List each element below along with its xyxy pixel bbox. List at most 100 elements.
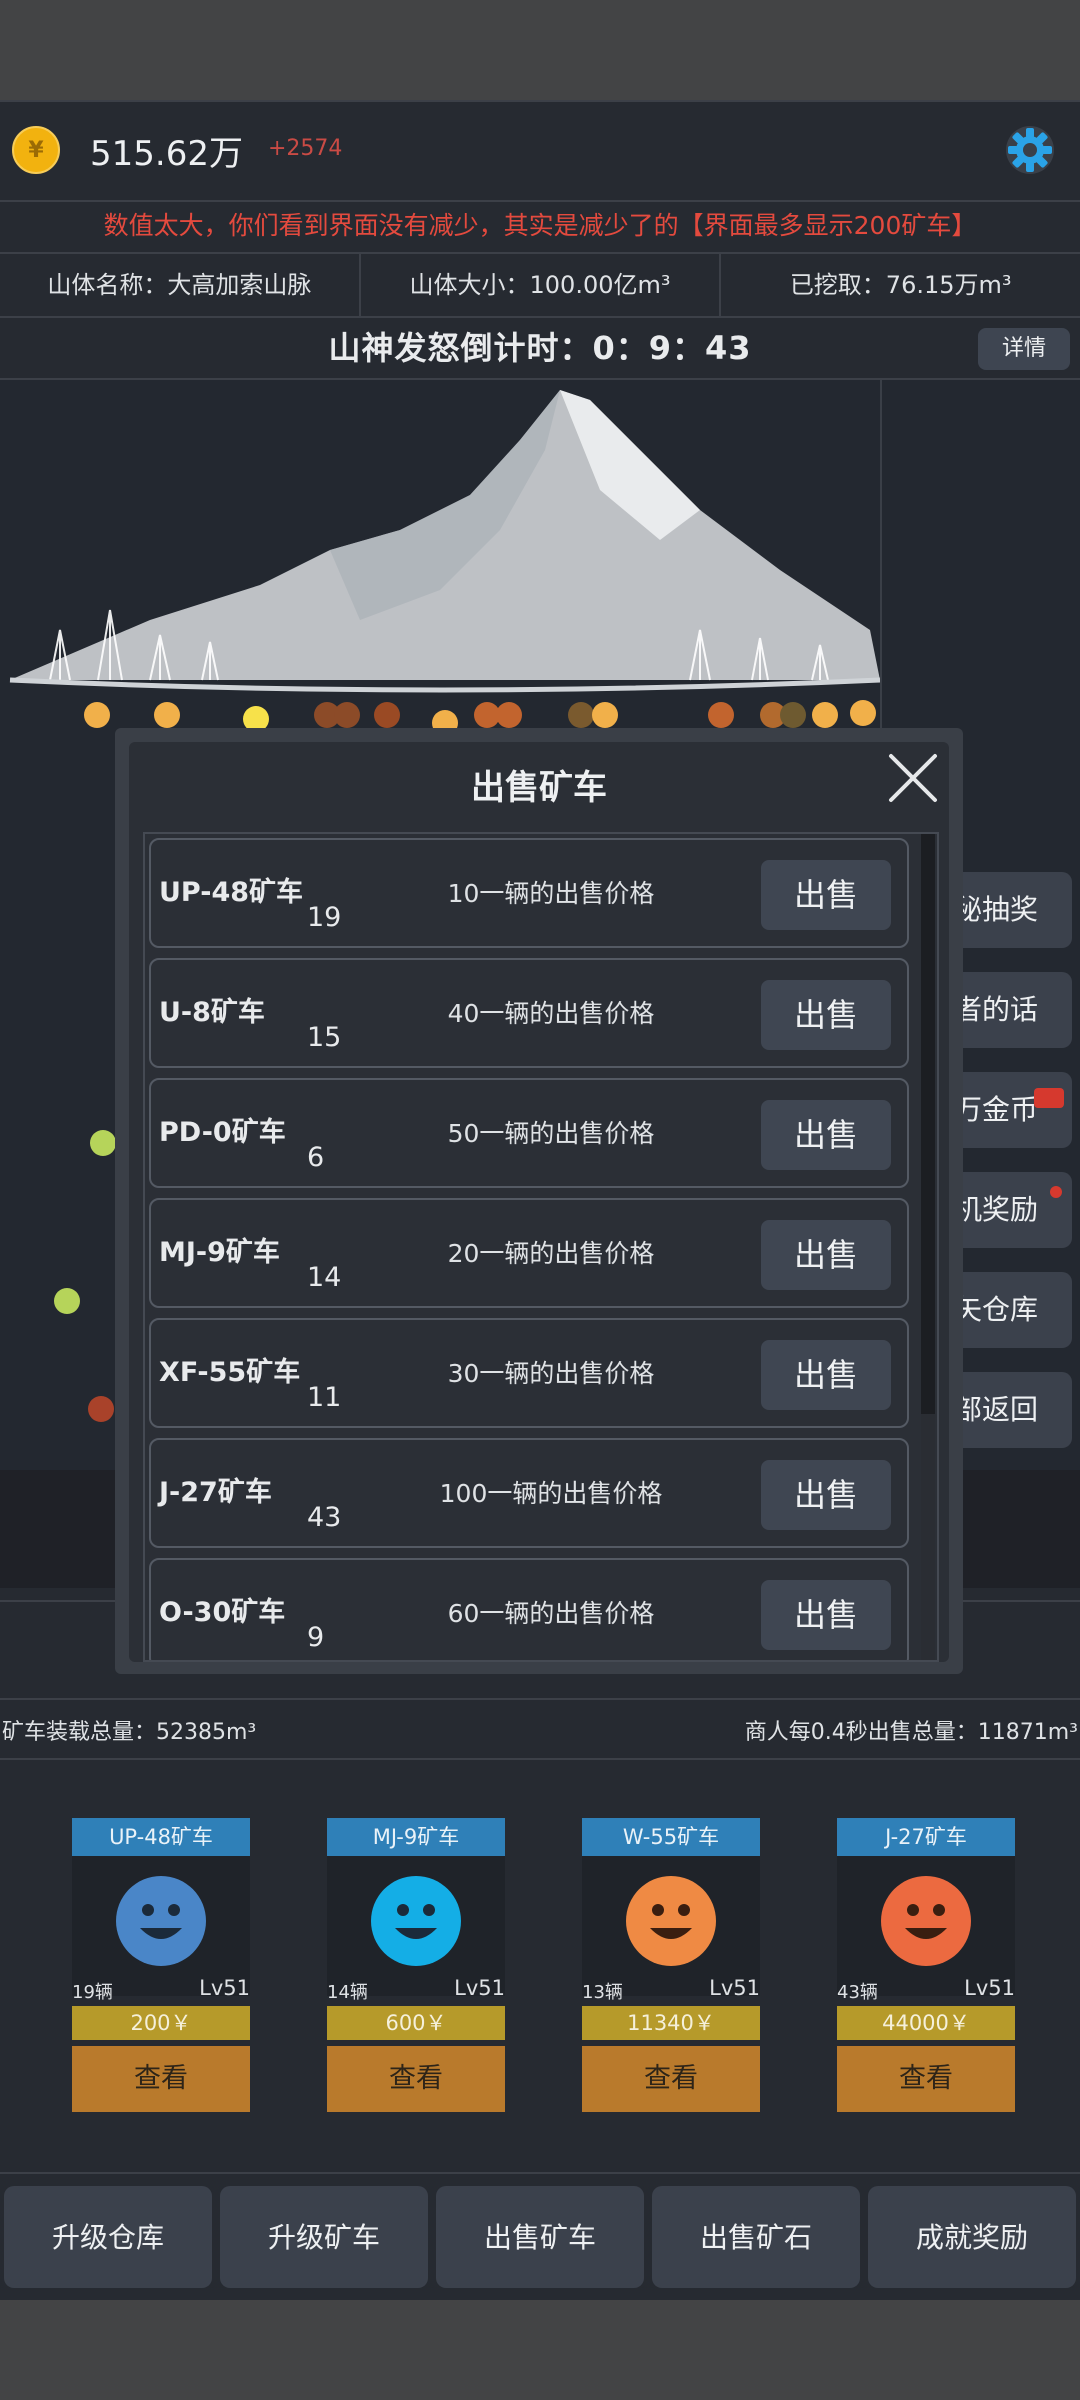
- row-cart-name: J-27矿车: [159, 1477, 272, 1508]
- cart-count: 13辆: [582, 1982, 623, 2003]
- notification-dot: [1050, 1186, 1062, 1198]
- cart-count: 43辆: [837, 1982, 878, 2003]
- row-cart-count: 14: [307, 1262, 342, 1293]
- miner-face: [812, 702, 838, 728]
- miner-face: [90, 1130, 116, 1156]
- upgrade-warehouse-button[interactable]: 升级仓库: [4, 2186, 212, 2288]
- list-item: O-30矿车 9 60一辆的出售价格 出售: [149, 1558, 909, 1660]
- smiley-icon: [371, 1876, 461, 1966]
- cart-count: 14辆: [327, 1982, 368, 2003]
- upgrade-cart-button[interactable]: 升级矿车: [220, 2186, 428, 2288]
- miner-face: [850, 700, 876, 726]
- cart-card: J-27矿车 43辆 Lv51 44000￥ 查看: [837, 1818, 1015, 2118]
- random-reward-button[interactable]: 机奖励: [950, 1172, 1072, 1248]
- cart-name: J-27矿车: [837, 1818, 1015, 1856]
- gear-icon[interactable]: [1002, 122, 1058, 178]
- miner-face: [54, 1288, 80, 1314]
- sell-button[interactable]: 出售: [761, 1100, 891, 1170]
- gold-reward-button[interactable]: 万金币: [950, 1072, 1072, 1148]
- row-cart-count: 43: [307, 1502, 342, 1533]
- cart-view-button[interactable]: 查看: [72, 2046, 250, 2112]
- miner-face: [88, 1396, 114, 1422]
- achievement-button[interactable]: 成就奖励: [868, 2186, 1076, 2288]
- smiley-icon: [116, 1876, 206, 1966]
- video-ad-icon: [1034, 1088, 1064, 1108]
- cart-level: Lv51: [709, 1976, 760, 2000]
- sell-button[interactable]: 出售: [761, 1220, 891, 1290]
- sell-button[interactable]: 出售: [761, 980, 891, 1050]
- gold-amount: 515.62万: [90, 134, 243, 174]
- merchant-total: 商人每0.4秒出售总量：11871m³: [744, 1720, 1078, 1745]
- lottery-button[interactable]: 秘抽奖: [950, 872, 1072, 948]
- mountain-dug: 已挖取：76.15万m³: [789, 271, 1012, 299]
- game-screen: ¥ 515.62万 +2574 数值太大，你们看到界面没有减少，其实是减少了的【…: [0, 100, 1080, 2300]
- mountain-name: 山体名称：大高加索山脉: [0, 254, 361, 316]
- row-sell-price: 10一辆的出售价格: [447, 879, 655, 908]
- sell-button[interactable]: 出售: [761, 860, 891, 930]
- row-cart-name: XF-55矿车: [159, 1357, 301, 1388]
- list-item: UP-48矿车 19 10一辆的出售价格 出售: [149, 838, 909, 948]
- cart-sell-list[interactable]: UP-48矿车 19 10一辆的出售价格 出售 U-8矿车 15 40一辆的出售…: [143, 832, 939, 1662]
- row-sell-price: 50一辆的出售价格: [447, 1119, 655, 1148]
- cart-card: W-55矿车 13辆 Lv51 11340￥ 查看: [582, 1818, 760, 2118]
- return-all-button[interactable]: 部返回: [950, 1372, 1072, 1448]
- miner-face: [568, 702, 594, 728]
- list-item: MJ-9矿车 14 20一辆的出售价格 出售: [149, 1198, 909, 1308]
- cart-card: MJ-9矿车 14辆 Lv51 600￥ 查看: [327, 1818, 505, 2118]
- detail-button[interactable]: 详情: [978, 328, 1070, 370]
- cart-count: 19辆: [72, 1982, 113, 2003]
- miner-face: [780, 702, 806, 728]
- top-bar: ¥ 515.62万 +2574: [0, 100, 1080, 202]
- mountain-size: 山体大小：100.00亿m³: [361, 254, 722, 316]
- sell-button[interactable]: 出售: [761, 1340, 891, 1410]
- miner-face: [592, 702, 618, 728]
- countdown-row: 山神发怒倒计时：0：9：43 详情: [0, 318, 1080, 380]
- cart-price: 44000￥: [837, 2006, 1015, 2040]
- author-note-button[interactable]: 者的话: [950, 972, 1072, 1048]
- list-item: J-27矿车 43 100一辆的出售价格 出售: [149, 1438, 909, 1548]
- cart-level: Lv51: [199, 1976, 250, 2000]
- smiley-icon: [881, 1876, 971, 1966]
- cart-view-button[interactable]: 查看: [837, 2046, 1015, 2112]
- cart-level: Lv51: [964, 1976, 1015, 2000]
- row-sell-price: 100一辆的出售价格: [439, 1479, 663, 1508]
- miner-face: [84, 702, 110, 728]
- scrollbar-thumb[interactable]: [921, 834, 935, 1414]
- row-cart-name: PD-0矿车: [159, 1117, 286, 1148]
- row-cart-name: U-8矿车: [159, 997, 265, 1028]
- miner-face: [334, 702, 360, 728]
- mountain-illustration: [9, 390, 881, 693]
- row-cart-count: 11: [307, 1382, 342, 1413]
- row-cart-name: O-30矿车: [159, 1597, 286, 1628]
- smiley-icon: [626, 1876, 716, 1966]
- row-sell-price: 40一辆的出售价格: [447, 999, 655, 1028]
- cart-name: MJ-9矿车: [327, 1818, 505, 1856]
- sell-ore-button[interactable]: 出售矿石: [652, 2186, 860, 2288]
- scene-divider: [880, 380, 882, 730]
- cart-price: 11340￥: [582, 2006, 760, 2040]
- sell-button[interactable]: 出售: [761, 1460, 891, 1530]
- countdown-timer: 山神发怒倒计时：0：9：43: [328, 329, 752, 367]
- miner-face: [374, 702, 400, 728]
- sell-cart-dialog: 出售矿车 UP-48矿车 19 10一辆的出售价格 出售 U-8矿车 15 40…: [115, 728, 963, 1674]
- miner-face: [708, 702, 734, 728]
- cart-view-button[interactable]: 查看: [582, 2046, 760, 2112]
- row-cart-count: 19: [307, 902, 342, 933]
- sell-cart-button[interactable]: 出售矿车: [436, 2186, 644, 2288]
- cart-price: 600￥: [327, 2006, 505, 2040]
- warehouse-button[interactable]: 矢仓库: [950, 1272, 1072, 1348]
- list-item: U-8矿车 15 40一辆的出售价格 出售: [149, 958, 909, 1068]
- row-cart-count: 9: [307, 1622, 325, 1653]
- cart-view-button[interactable]: 查看: [327, 2046, 505, 2112]
- cart-name: UP-48矿车: [72, 1818, 250, 1856]
- close-icon[interactable]: [885, 750, 941, 806]
- row-cart-count: 15: [307, 1022, 342, 1053]
- row-sell-price: 60一辆的出售价格: [447, 1599, 655, 1628]
- list-item: XF-55矿车 11 30一辆的出售价格 出售: [149, 1318, 909, 1428]
- sell-button[interactable]: 出售: [761, 1580, 891, 1650]
- row-sell-price: 20一辆的出售价格: [447, 1239, 655, 1268]
- cart-level: Lv51: [454, 1976, 505, 2000]
- bottom-nav: 升级仓库 升级矿车 出售矿车 出售矿石 成就奖励: [0, 2172, 1080, 2300]
- miner-face: [154, 702, 180, 728]
- load-total: 矿车装载总量：52385m³: [2, 1720, 257, 1745]
